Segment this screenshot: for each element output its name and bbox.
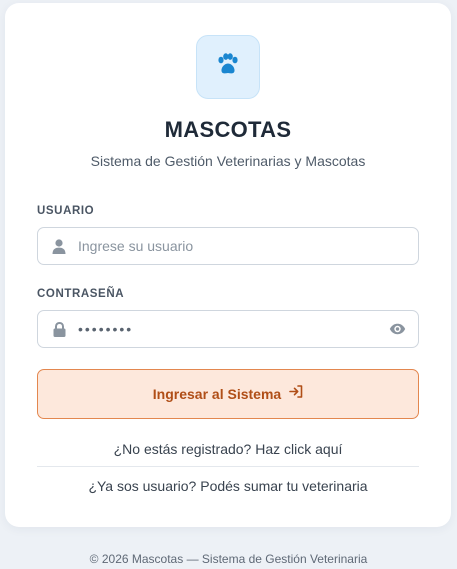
username-label: USUARIO xyxy=(37,205,95,217)
user-icon xyxy=(38,228,76,264)
logo xyxy=(196,35,260,99)
app-title: MASCOTAS xyxy=(164,117,292,142)
divider xyxy=(37,466,419,467)
eye-icon[interactable] xyxy=(380,311,418,347)
login-arrow-icon xyxy=(289,385,303,403)
login-button-label: Ingresar al Sistema xyxy=(152,386,282,402)
username-input[interactable] xyxy=(76,228,418,264)
footer-text: © 2026 Mascotas — Sistema de Gestión Vet… xyxy=(89,552,368,566)
lock-icon xyxy=(38,311,76,347)
username-field[interactable] xyxy=(37,227,419,265)
login-button[interactable]: Ingresar al Sistema xyxy=(37,369,419,419)
paw-icon xyxy=(215,52,241,82)
password-field[interactable] xyxy=(37,310,419,348)
register-link[interactable]: ¿No estás registrado? Haz click aquí xyxy=(5,441,451,457)
app-subtitle: Sistema de Gestión Veterinarias y Mascot… xyxy=(90,153,366,169)
password-input[interactable] xyxy=(76,311,380,347)
add-vet-link[interactable]: ¿Ya sos usuario? Podés sumar tu veterina… xyxy=(5,478,451,494)
login-card: MASCOTAS Sistema de Gestión Veterinarias… xyxy=(5,3,451,527)
password-label: CONTRASEÑA xyxy=(37,288,125,300)
